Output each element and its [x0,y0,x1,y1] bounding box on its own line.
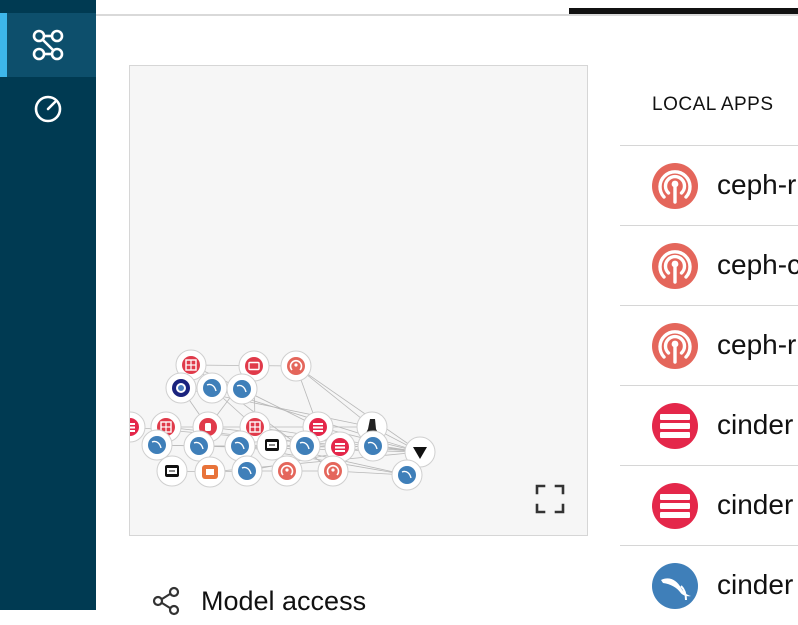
app-name: ceph-c [717,249,798,280]
sidebar-item-status[interactable] [0,77,96,141]
app-node-maas[interactable] [256,429,288,461]
header-tab-underline [569,8,798,14]
app-node-ceph[interactable] [317,455,349,487]
app-node-mysql[interactable] [183,430,215,462]
ceph-icon [651,322,699,370]
app-node-maas[interactable] [156,455,188,487]
app-node-ubuntu[interactable] [165,372,197,404]
app-row[interactable]: cinder [620,385,798,465]
sidebar-item-model[interactable] [0,13,96,77]
local-apps-heading: LOCAL APPS [652,94,774,115]
app-node-mysql[interactable] [289,430,321,462]
cinder-icon [651,402,699,450]
app-row[interactable]: cinder [620,545,798,625]
app-name: cinder [717,569,794,600]
app-name: cinder [717,409,794,440]
topology-graph[interactable] [129,65,588,536]
app-node-nova[interactable] [194,456,226,488]
topology-graph-canvas[interactable] [130,66,587,535]
app-name: cinder [717,489,794,520]
app-node-mysql[interactable] [196,372,228,404]
header-divider [96,14,798,16]
app-row[interactable]: ceph-r [620,145,798,225]
model-access-label: Model access [201,586,367,616]
sidebar [0,0,96,610]
model-graph-icon [32,29,64,61]
gauge-icon [34,95,62,123]
app-node-ceph[interactable] [280,350,312,382]
fullscreen-icon[interactable] [534,483,566,515]
app-name: ceph-r [717,329,797,360]
ceph-icon [651,242,699,290]
local-apps-list: ceph-r ceph-c ceph-r cinder cinder cinde… [620,145,798,625]
share-icon [152,586,180,616]
app-node-mysql[interactable] [391,459,423,491]
mysql-icon [651,562,699,610]
app-row[interactable]: cinder [620,465,798,545]
app-row[interactable]: ceph-r [620,305,798,385]
app-row[interactable]: ceph-c [620,225,798,305]
ceph-icon [651,162,699,210]
app-node-mysql[interactable] [141,429,173,461]
app-node-ceph[interactable] [271,455,303,487]
app-node-mysql[interactable] [226,373,258,405]
app-node-mysql[interactable] [231,455,263,487]
app-node-cinder[interactable] [130,411,146,443]
app-name: ceph-r [717,169,797,200]
app-node-mysql[interactable] [357,430,389,462]
cinder-icon [651,482,699,530]
